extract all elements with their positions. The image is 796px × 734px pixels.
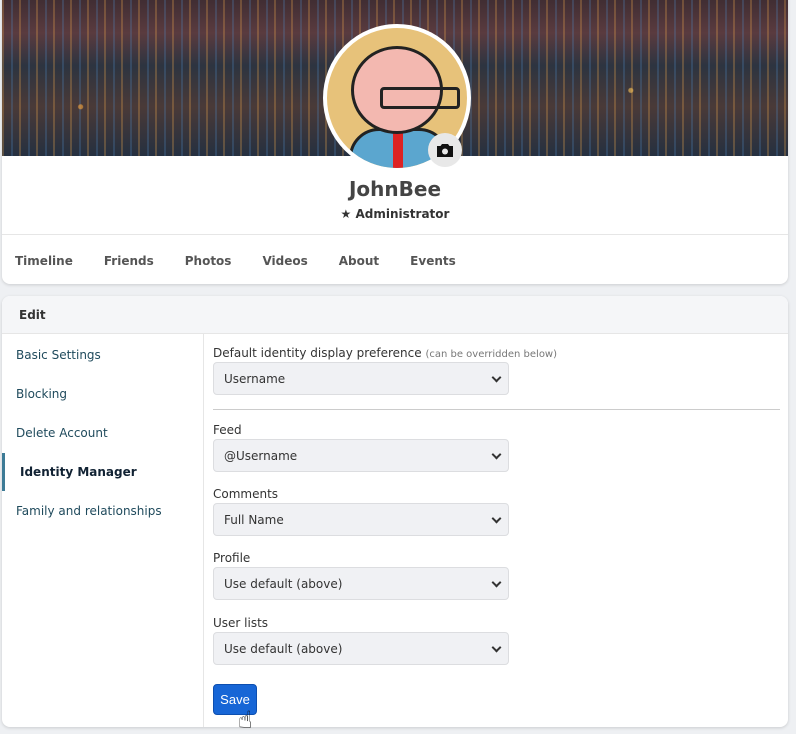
settings-sidebar: Basic Settings Blocking Delete Account I… — [2, 334, 204, 727]
user-lists-select[interactable]: Use default (above) — [213, 632, 509, 665]
tab-timeline[interactable]: Timeline — [15, 254, 73, 268]
default-label: Default identity display preference (can… — [213, 346, 557, 360]
comments-select[interactable]: Full Name — [213, 503, 509, 536]
tab-videos[interactable]: Videos — [262, 254, 307, 268]
divider — [213, 409, 780, 410]
tab-photos[interactable]: Photos — [185, 254, 232, 268]
sidebar-item-delete-account[interactable]: Delete Account — [2, 414, 203, 452]
camera-icon — [437, 143, 453, 157]
edit-card: Edit Basic Settings Blocking Delete Acco… — [2, 296, 788, 727]
default-label-text: Default identity display preference — [213, 346, 422, 360]
comments-label: Comments — [213, 487, 279, 501]
profile-role: ★ Administrator — [2, 207, 788, 221]
tab-events[interactable]: Events — [410, 254, 456, 268]
feed-label: Feed — [213, 423, 242, 437]
star-icon: ★ — [340, 207, 352, 221]
sidebar-item-basic-settings[interactable]: Basic Settings — [2, 336, 203, 374]
tab-friends[interactable]: Friends — [104, 254, 154, 268]
profile-name: JohnBee — [348, 177, 442, 201]
role-label: Administrator — [355, 207, 450, 221]
profile-label: Profile — [213, 551, 251, 565]
profile-select[interactable]: Use default (above) — [213, 567, 509, 600]
feed-select[interactable]: @Username — [213, 439, 509, 472]
avatar-glasses — [380, 87, 460, 109]
default-identity-select[interactable]: Username — [213, 362, 509, 395]
profile-tabs: Timeline Friends Photos Videos About Eve… — [15, 254, 487, 268]
sidebar-item-family[interactable]: Family and relationships — [2, 492, 203, 530]
user-lists-label: User lists — [213, 616, 269, 630]
tab-about[interactable]: About — [339, 254, 379, 268]
default-hint: (can be overridden below) — [425, 349, 558, 360]
divider — [2, 234, 788, 235]
profile-card: JohnBee ★ Administrator Timeline Friends… — [2, 0, 788, 284]
identity-form: Default identity display preference (can… — [213, 334, 788, 727]
edit-header: Edit — [2, 296, 788, 334]
sidebar-item-identity-manager[interactable]: Identity Manager — [2, 453, 203, 491]
avatar-tie — [393, 132, 403, 168]
sidebar-item-blocking[interactable]: Blocking — [2, 375, 203, 413]
change-avatar-button[interactable] — [428, 133, 462, 167]
hand-cursor-icon: ☝ — [238, 706, 253, 734]
avatar-face — [351, 46, 460, 134]
